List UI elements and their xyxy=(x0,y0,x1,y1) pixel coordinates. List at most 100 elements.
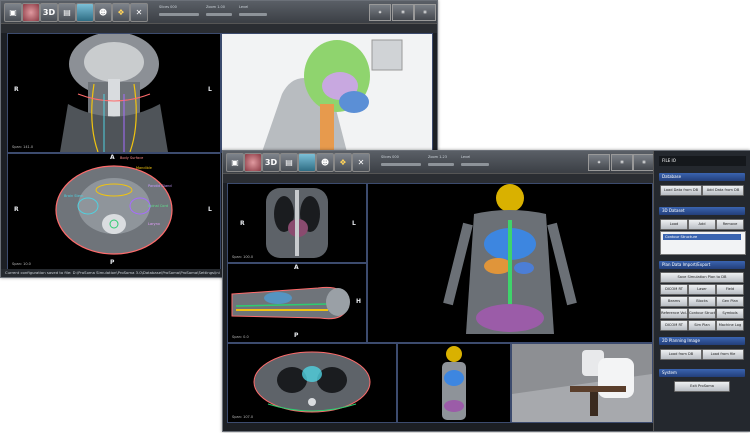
coronal-chest-image xyxy=(266,188,328,258)
slices-slider[interactable] xyxy=(159,13,199,16)
structure-label-larynx: Larynx xyxy=(148,222,160,226)
axial-view[interactable]: Span: 107.0 xyxy=(227,343,397,423)
layout-icon[interactable]: ▦ xyxy=(611,154,633,171)
load-image-db-button[interactable]: Load from DB xyxy=(660,349,702,360)
orientation-right: L xyxy=(208,86,212,93)
contour-icon[interactable] xyxy=(76,3,94,22)
add-data-button[interactable]: Add Data from DB xyxy=(702,185,744,196)
body-icon[interactable]: ☻ xyxy=(94,3,112,22)
three-d-button[interactable]: 3D xyxy=(262,153,280,172)
axial-chest-image xyxy=(253,351,371,413)
linac-view[interactable] xyxy=(511,343,653,423)
body-icon[interactable]: ☻ xyxy=(316,153,334,172)
mannequin-view[interactable] xyxy=(397,343,511,423)
grid-icon[interactable]: ▩ xyxy=(633,154,655,171)
dataset-list[interactable]: Contour Structure xyxy=(660,231,746,255)
main-coronal-view[interactable] xyxy=(367,183,653,343)
brain-icon[interactable] xyxy=(22,3,40,22)
plan-button-6[interactable]: Gen Plan xyxy=(716,296,744,307)
sagittal-image xyxy=(231,286,350,320)
level-readout: Level xyxy=(239,5,249,9)
plan-button-10[interactable]: DICOM RT xyxy=(660,320,688,331)
body-render-image xyxy=(442,346,466,420)
camera-icon[interactable]: ◉ xyxy=(588,154,610,171)
orientation-top: A xyxy=(110,154,115,161)
structure-label-mandible: Mandible xyxy=(136,166,152,170)
plan-button-11[interactable]: Sim Plan xyxy=(688,320,716,331)
load-data-button[interactable]: Load Data from DB xyxy=(660,185,702,196)
beam-icon[interactable]: ❖ xyxy=(334,153,352,172)
brain-icon[interactable] xyxy=(244,153,262,172)
structure-label-body: Body Surface xyxy=(120,156,144,160)
main-toolbar: ▣ 3D ▤ ☻ ❖ ✕ Slices 000 Zoom 1.00 Level … xyxy=(1,1,437,23)
monitor-icon[interactable]: ▤ xyxy=(280,153,298,172)
save-icon[interactable]: ▣ xyxy=(226,153,244,172)
zoom-readout: Zoom 1.23 xyxy=(428,155,447,159)
camera-icon[interactable]: ◉ xyxy=(369,4,391,21)
orientation-right: L xyxy=(208,206,212,213)
structure-label-brainstem: Brain Stem xyxy=(64,194,84,198)
plan-button-12[interactable]: Machine Log xyxy=(716,320,744,331)
save-icon[interactable]: ▣ xyxy=(4,3,22,22)
plan-button-5[interactable]: Blocks xyxy=(688,296,716,307)
zoom-readout: Zoom 1.00 xyxy=(206,5,225,9)
dataset-remove-button[interactable]: Remove xyxy=(716,219,744,230)
plan-button-1[interactable]: DICOM RT xyxy=(660,284,688,295)
dataset-load-button[interactable]: Load xyxy=(660,219,688,230)
plan-button-8[interactable]: Contour Struct. xyxy=(688,308,716,319)
coronal-view[interactable]: R L Span: 100.0 xyxy=(227,183,367,263)
tools-icon[interactable]: ✕ xyxy=(130,3,148,22)
orientation-left: R xyxy=(14,206,19,213)
span-caption: Span: 100.0 xyxy=(232,255,254,259)
full-body-image xyxy=(443,184,577,334)
secondary-toolbar xyxy=(1,23,437,33)
structure-label-parotid: Parotid Gland xyxy=(148,184,172,188)
dataset-list-item[interactable]: Contour Structure xyxy=(663,234,741,240)
orientation-top: A xyxy=(294,264,299,271)
structure-label-cord: Spinal Cord xyxy=(148,204,169,208)
span-caption: Span: 0.0 xyxy=(232,335,249,339)
save-plan-button[interactable]: Save Simulation Plan to DB xyxy=(660,272,744,283)
plan-button-9[interactable]: Symbols xyxy=(716,308,744,319)
layout-icon[interactable]: ▦ xyxy=(392,4,414,21)
level-slider[interactable] xyxy=(461,163,489,166)
dataset-header: 3D Dataset xyxy=(659,207,745,215)
orientation-right: H xyxy=(356,298,362,305)
slices-readout: Slices 000 xyxy=(159,5,177,9)
linac-render-image xyxy=(512,350,652,422)
grid-icon[interactable]: ▩ xyxy=(414,4,436,21)
control-panel: FILE IO Database Load Data from DB Add D… xyxy=(653,151,750,431)
window-full-body: ▣ 3D ▤ ☻ ❖ ✕ Slices 000 Zoom 1.23 Level … xyxy=(222,150,750,432)
planning-image-header: 2D Planning Image xyxy=(659,337,745,345)
axial-view[interactable]: Body Surface Mandible Parotid Gland Spin… xyxy=(7,153,221,270)
dataset-add-button[interactable]: Add xyxy=(688,219,716,230)
level-slider[interactable] xyxy=(239,13,267,16)
three-d-button[interactable]: 3D xyxy=(40,3,58,22)
span-caption: Span: 10.0 xyxy=(12,262,31,266)
contour-icon[interactable] xyxy=(298,153,316,172)
orientation-right: L xyxy=(352,220,356,227)
plan-button-2[interactable]: Laser xyxy=(688,284,716,295)
orientation-left: R xyxy=(240,220,245,227)
plan-button-7[interactable]: Reference Vol. xyxy=(660,308,688,319)
plan-button-4[interactable]: Beams xyxy=(660,296,688,307)
sagittal-view[interactable]: A H P Span: 0.0 xyxy=(227,263,367,343)
zoom-slider[interactable] xyxy=(206,13,232,16)
exit-button[interactable]: Exit ProSoma xyxy=(674,381,730,392)
file-io-label: FILE IO xyxy=(659,156,746,166)
tools-icon[interactable]: ✕ xyxy=(352,153,370,172)
orientation-bottom: P xyxy=(294,332,299,339)
slices-readout: Slices 000 xyxy=(381,155,399,159)
zoom-slider[interactable] xyxy=(428,163,454,166)
monitor-icon[interactable]: ▤ xyxy=(58,3,76,22)
coronal-view[interactable]: P R L Span: 141.0 xyxy=(7,33,221,153)
axial-image xyxy=(55,165,173,255)
plan-button-3[interactable]: Field xyxy=(716,284,744,295)
load-image-file-button[interactable]: Load from file xyxy=(702,349,744,360)
orientation-bottom: P xyxy=(110,259,115,266)
render-3d-view[interactable] xyxy=(221,33,433,153)
slices-slider[interactable] xyxy=(381,163,421,166)
system-header: System xyxy=(659,369,745,377)
beam-icon[interactable]: ❖ xyxy=(112,3,130,22)
orientation-left: R xyxy=(14,86,19,93)
